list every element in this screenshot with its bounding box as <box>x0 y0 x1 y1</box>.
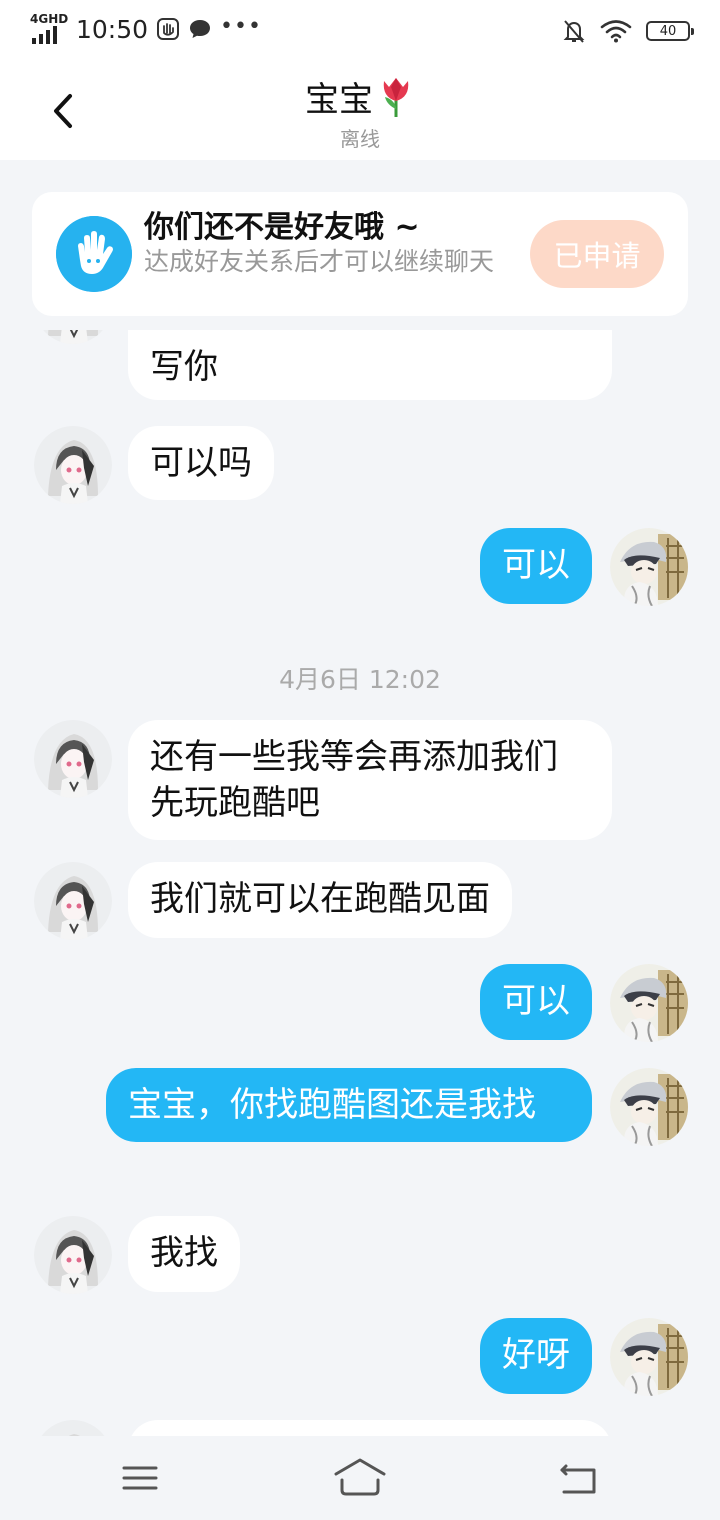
message-bubble[interactable]: 我们就可以在跑酷见面 <box>128 862 512 938</box>
message-row: 写你 <box>0 330 720 410</box>
network-type: 4GHD <box>30 12 69 26</box>
contact-name-text: 宝宝 <box>305 80 373 120</box>
message-bubble[interactable]: 还有一些我等会再添加我们先玩跑酷吧 <box>128 720 612 840</box>
message-timestamp: 4月6日 12:02 <box>279 665 441 694</box>
message-bubble[interactable]: 写你 <box>128 330 612 400</box>
status-bar-left: 4GHD 10:50 ••• <box>30 12 262 44</box>
my-avatar[interactable] <box>610 964 688 1042</box>
clock: 10:50 <box>76 14 149 44</box>
contact-avatar[interactable] <box>34 1216 112 1294</box>
message-row: 还有一些我等会再添加我们先玩跑酷吧 <box>0 720 720 840</box>
message-row-partial <box>0 1420 720 1436</box>
my-avatar[interactable] <box>610 1318 688 1396</box>
message-bubble[interactable]: 好呀 <box>480 1318 592 1394</box>
message-row: 宝宝，你找跑酷图还是我找 <box>0 1068 720 1192</box>
title-block: 宝宝 离线 <box>0 72 720 152</box>
back-nav-icon[interactable] <box>550 1452 610 1504</box>
message-row: 我找 <box>0 1216 720 1296</box>
online-status: 离线 <box>340 127 380 151</box>
wave-hand-icon <box>56 216 132 292</box>
message-row: 我们就可以在跑酷见面 <box>0 862 720 942</box>
contact-avatar[interactable] <box>34 1420 112 1436</box>
my-avatar[interactable] <box>610 528 688 606</box>
chat-messages[interactable]: 写你 可以吗 可以 4月6日 12:02 还有一些我等会再添加我们先玩跑酷吧 我… <box>0 330 720 1436</box>
contact-avatar[interactable] <box>34 330 112 344</box>
applied-button[interactable]: 已申请 <box>530 220 664 288</box>
battery-level: 40 <box>659 23 677 39</box>
contact-name[interactable]: 宝宝 <box>305 72 415 121</box>
message-bubble[interactable]: 我找 <box>128 1216 240 1292</box>
menu-icon[interactable] <box>110 1452 170 1504</box>
message-bubble[interactable]: 可以吗 <box>128 426 274 500</box>
my-avatar[interactable] <box>610 1068 688 1146</box>
wifi-icon <box>600 20 632 43</box>
system-nav-bar <box>0 1436 720 1520</box>
battery-icon: 40 <box>646 21 694 41</box>
message-row: 可以吗 <box>0 426 720 506</box>
message-notification-icon <box>190 20 211 38</box>
contact-avatar[interactable] <box>34 862 112 940</box>
message-bubble[interactable]: 宝宝，你找跑酷图还是我找 <box>106 1068 592 1142</box>
message-row: 可以 <box>0 528 720 608</box>
not-friends-notice: 你们还不是好友哦 ~ 达成好友关系后才可以继续聊天 已申请 <box>32 192 688 316</box>
message-bubble-partial[interactable] <box>128 1420 612 1436</box>
chat-header: 宝宝 离线 <box>0 62 720 160</box>
contact-avatar[interactable] <box>34 720 112 798</box>
more-dots-icon: ••• <box>220 13 262 39</box>
notice-title: 你们还不是好友哦 ~ <box>144 210 420 245</box>
contact-avatar[interactable] <box>34 426 112 504</box>
bell-off-icon <box>563 20 585 43</box>
hand-notification-icon <box>157 18 180 40</box>
message-row: 可以 <box>0 964 720 1044</box>
cellular-signal-icon: 4GHD <box>30 12 68 44</box>
message-row: 好呀 <box>0 1318 720 1398</box>
message-bubble[interactable]: 可以 <box>480 964 592 1040</box>
tulip-emoji-icon <box>383 77 409 117</box>
status-bar-right: 40 <box>562 18 694 44</box>
notice-description: 达成好友关系后才可以继续聊天 <box>144 247 495 276</box>
message-bubble[interactable]: 可以 <box>480 528 592 604</box>
home-icon[interactable] <box>330 1452 390 1504</box>
status-bar: 4GHD 10:50 ••• 40 <box>0 0 720 62</box>
